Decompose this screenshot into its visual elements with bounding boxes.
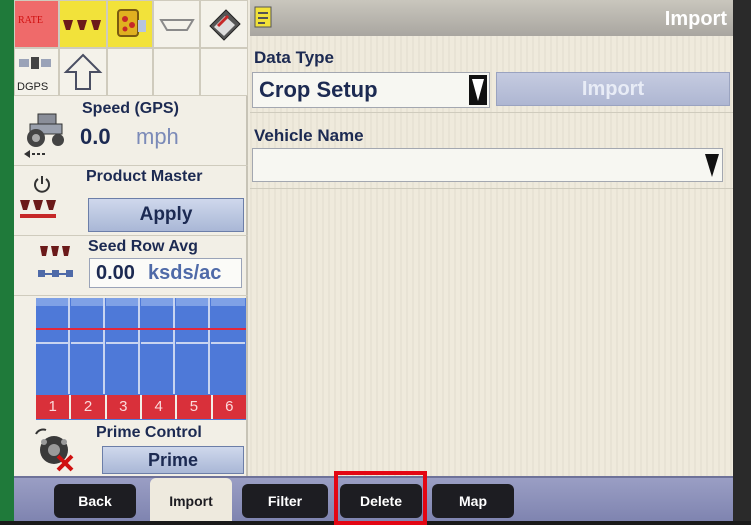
row-bar-6 <box>211 298 245 394</box>
prime-button-label: Prime <box>147 449 199 470</box>
import-page-icon <box>254 6 272 28</box>
form-divider <box>250 188 733 189</box>
planter-icon <box>63 20 101 30</box>
seed-row-avg-value: 0.00 <box>96 262 135 284</box>
row-bar-4 <box>141 298 175 394</box>
tab-filter[interactable]: Filter <box>242 484 328 518</box>
heading-arrow-cell[interactable] <box>59 48 107 96</box>
dgps-label: DGPS <box>17 81 49 93</box>
seed-bag-icon <box>117 9 146 37</box>
row-number[interactable]: 4 <box>141 395 178 419</box>
tab-import[interactable]: Import <box>150 478 232 521</box>
delete-highlight-box <box>334 471 427 525</box>
prime-control-panel: Prime Control Prime <box>14 420 248 476</box>
seed-row-avg-readout: 0.00 ksds/ac <box>89 258 242 288</box>
tab-import-label: Import <box>169 492 213 509</box>
left-bezel <box>0 0 14 525</box>
dgps-cell[interactable]: DGPS <box>14 48 59 96</box>
row-bar-1 <box>36 298 70 394</box>
product-master-title: Product Master <box>86 168 203 185</box>
apply-button[interactable]: Apply <box>88 198 244 232</box>
spacing-icon <box>38 270 73 277</box>
row-number[interactable]: 5 <box>177 395 213 419</box>
form-divider <box>250 112 733 113</box>
data-type-dropdown[interactable]: Crop Setup <box>252 72 490 108</box>
row-number[interactable]: 1 <box>36 395 72 419</box>
status-icon-grid: RATE DGPS <box>14 0 248 96</box>
row-number[interactable]: 2 <box>71 395 107 419</box>
speed-value: 0.0 <box>80 124 111 149</box>
card-icon-cell[interactable] <box>200 0 248 48</box>
rate-indicator[interactable]: RATE <box>14 0 59 48</box>
seed-icon-cell[interactable] <box>107 0 153 48</box>
boundary-icon-cell[interactable] <box>153 0 200 48</box>
empty-status-cell-2 <box>153 48 200 96</box>
arrow-up-icon <box>63 53 103 90</box>
product-master-panel: Product Master Apply <box>14 166 248 236</box>
seed-row-avg-panel: Seed Row Avg 0.00 ksds/ac <box>14 236 248 296</box>
tab-filter-label: Filter <box>267 493 303 509</box>
tab-map[interactable]: Map <box>432 484 514 518</box>
satellite-icon <box>19 57 51 69</box>
import-button[interactable]: Import <box>496 72 730 106</box>
tab-back-label: Back <box>78 493 112 509</box>
row-bar-5 <box>176 298 210 394</box>
row-number-strip: 1 2 3 4 5 6 <box>36 395 246 419</box>
planter-row-icon <box>20 200 56 218</box>
prime-control-title: Prime Control <box>96 424 202 441</box>
import-button-label: Import <box>581 77 645 100</box>
vehicle-name-dropdown[interactable] <box>252 148 723 182</box>
empty-status-cell-1 <box>107 48 153 96</box>
data-card-icon <box>209 9 241 41</box>
tab-map-label: Map <box>459 493 487 509</box>
tab-back[interactable]: Back <box>54 484 136 518</box>
dropdown-arrow-icon <box>472 79 484 101</box>
empty-status-cell-3 <box>200 48 248 96</box>
speed-unit: mph <box>136 124 179 149</box>
chevron-down-icon[interactable] <box>469 75 487 105</box>
planter-icon-cell[interactable] <box>59 0 107 48</box>
page-title: Import <box>664 8 727 30</box>
display-screen: RATE DGPS Speed (GPS) 0.0 mph Product Ma… <box>14 0 733 521</box>
prime-meter-icon <box>35 428 74 472</box>
dropdown-arrow-icon <box>705 154 719 177</box>
tractor-icon <box>24 113 64 158</box>
right-bezel <box>733 0 751 525</box>
data-type-label: Data Type <box>254 48 334 67</box>
rate-label: RATE <box>18 15 43 26</box>
chevron-down-icon[interactable] <box>704 151 720 179</box>
boundary-icon <box>158 19 195 31</box>
vehicle-name-label: Vehicle Name <box>254 126 364 145</box>
row-bar-2 <box>71 298 105 394</box>
power-icon <box>34 176 50 193</box>
target-rate-line <box>36 328 246 330</box>
speed-panel: Speed (GPS) 0.0 mph <box>14 96 248 166</box>
seed-row-avg-title: Seed Row Avg <box>88 238 198 255</box>
import-form-area: Data Type Crop Setup Import Vehicle Name <box>250 36 733 476</box>
row-number[interactable]: 6 <box>212 395 246 419</box>
apply-button-label: Apply <box>139 204 193 225</box>
data-type-value: Crop Setup <box>259 77 378 102</box>
row-number[interactable]: 3 <box>106 395 142 419</box>
seed-row-avg-unit: ksds/ac <box>148 262 222 284</box>
speed-title: Speed (GPS) <box>82 100 179 117</box>
prime-button[interactable]: Prime <box>102 446 244 474</box>
status-sidebar: RATE DGPS Speed (GPS) 0.0 mph Product Ma… <box>14 0 248 476</box>
row-bar-3 <box>106 298 140 394</box>
seed-row-icon <box>40 246 70 256</box>
page-title-bar: Import <box>250 0 733 36</box>
